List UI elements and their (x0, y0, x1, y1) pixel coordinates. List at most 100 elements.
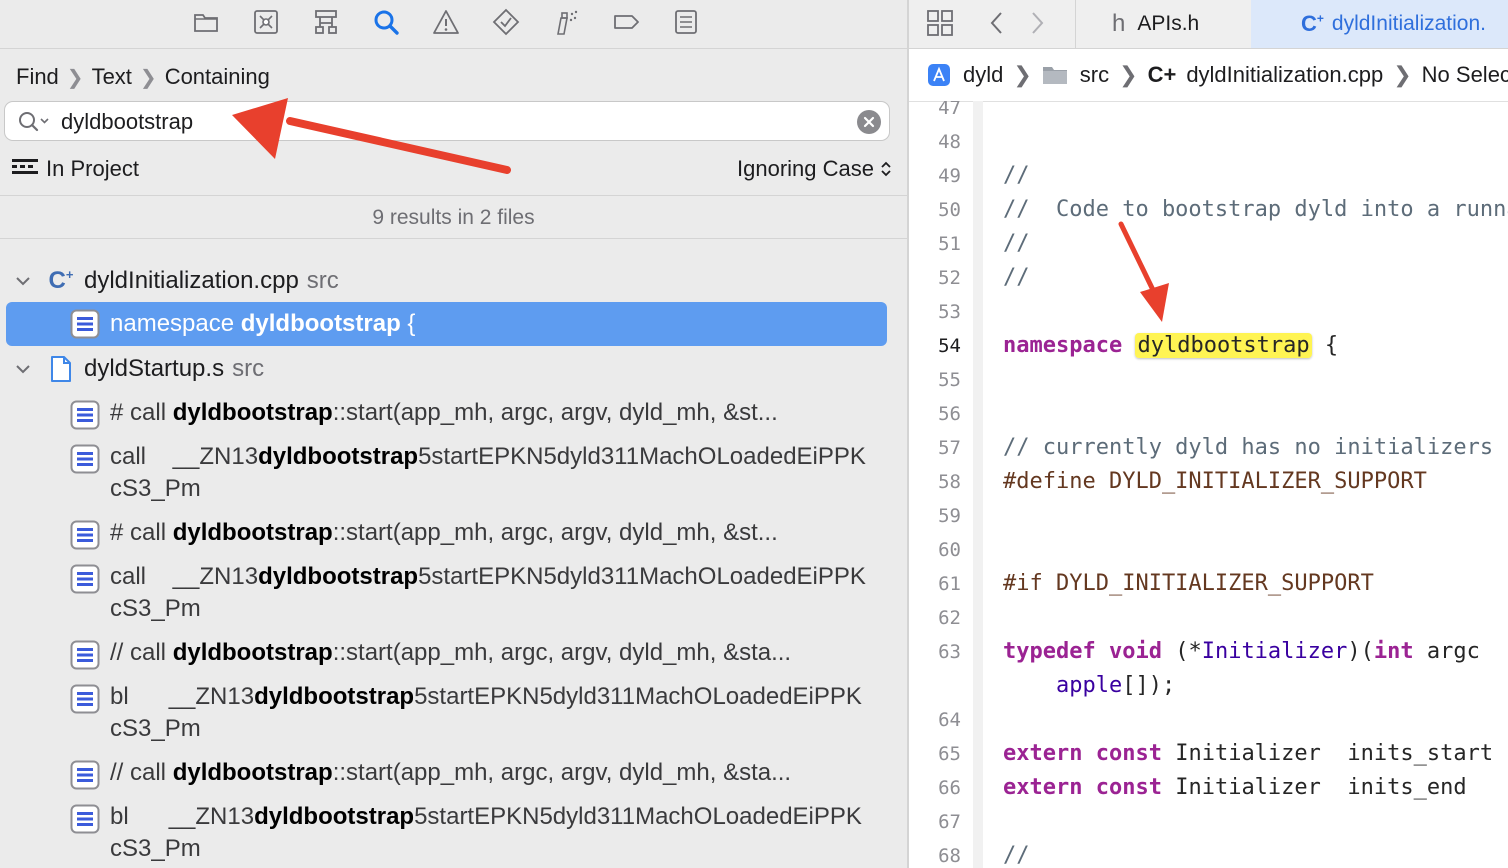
tab-dyldinitialization[interactable]: C+ dyldInitialization. (1251, 0, 1508, 48)
chevron-down-icon[interactable] (12, 275, 34, 287)
search-result-row[interactable]: // call dyldbootstrap::start(app_mh, arg… (6, 633, 887, 677)
text-match-icon (70, 400, 100, 437)
code-line: extern const Initializer inits_start (1003, 741, 1493, 766)
text-match-icon (70, 309, 100, 346)
search-result-row[interactable]: call __ZN13dyldbootstrap5startEPKN5dyld3… (6, 437, 887, 513)
result-match: dyldbootstrap (254, 803, 415, 830)
folder-icon[interactable] (189, 6, 223, 38)
breakpoint-icon[interactable] (609, 6, 643, 38)
text-match-icon (70, 760, 100, 797)
grid-icon[interactable] (925, 8, 955, 43)
result-match: dyldbootstrap (172, 759, 333, 786)
up-down-chevron-icon (880, 160, 892, 178)
navigator-toolbar (0, 0, 907, 49)
search-result-row[interactable]: // call dyldbootstrap::start(app_mh, arg… (6, 753, 887, 797)
search-input[interactable] (61, 106, 841, 138)
find-mode-text[interactable]: Text (92, 64, 132, 90)
chevron-left-icon[interactable] (987, 10, 1007, 41)
issue-icon[interactable] (429, 6, 463, 38)
line-number: 65 (938, 743, 961, 765)
code-token-kw: int (1373, 639, 1414, 664)
report-icon[interactable] (669, 6, 703, 38)
code-token-comment: // (1003, 265, 1030, 290)
search-result-row[interactable]: bl __ZN13dyldbootstrap5startEPKN5dyld311… (6, 677, 887, 753)
search-result-row[interactable]: namespace dyldbootstrap { (6, 302, 887, 346)
text-match-icon (70, 684, 100, 721)
search-result-row[interactable]: # call dyldbootstrap::start(app_mh, argc… (6, 513, 887, 557)
file-group-row[interactable]: dyldStartup.s src (0, 349, 907, 389)
chevron-right-icon: ❯ (139, 66, 157, 89)
code-token-comment: // (1003, 231, 1030, 256)
test-icon[interactable] (489, 6, 523, 38)
scope-selector[interactable]: In Project (12, 156, 139, 182)
assembly-file-icon (46, 355, 76, 383)
find-mode-containing[interactable]: Containing (165, 64, 270, 90)
source-editor: h APIs.h C+ dyldInitialization. dyld ❯ s… (909, 0, 1508, 868)
search-result-row[interactable]: bl __ZN13dyldbootstrap5startEPKN5dyld311… (6, 797, 887, 868)
search-options-row: In Project Ignoring Case (12, 152, 892, 186)
hierarchy-icon[interactable] (309, 6, 343, 38)
cpp-file-icon: C+ (1147, 62, 1177, 87)
code-token-kw: typedef (1003, 639, 1096, 664)
clear-search-icon[interactable] (857, 110, 881, 134)
code-line: // (1003, 265, 1030, 290)
search-field[interactable] (4, 101, 890, 141)
code-ribbon (973, 101, 983, 868)
file-directory: src (232, 355, 265, 382)
result-match: dyldbootstrap (254, 683, 415, 710)
code-line: // (1003, 231, 1030, 256)
code-token: { (1311, 333, 1339, 358)
case-sensitivity-popup[interactable]: Ignoring Case (737, 156, 892, 182)
jump-selection[interactable]: No Selec (1422, 62, 1508, 88)
code-token-type2: Initializer (1201, 639, 1348, 664)
code-token-kw: const (1095, 775, 1162, 800)
case-mode-label: Ignoring Case (737, 156, 874, 181)
line-number: 50 (938, 199, 961, 221)
line-number: 53 (938, 301, 961, 323)
editor-tab-bar: h APIs.h C+ dyldInitialization. (909, 0, 1508, 49)
tab-apis-h[interactable]: h APIs.h (1075, 0, 1252, 48)
code-line: #define DYLD_INITIALIZER_SUPPORT (1003, 469, 1427, 494)
code-token-kw: extern (1003, 741, 1083, 766)
jump-file[interactable]: dyldInitialization.cpp (1186, 62, 1383, 88)
code-token-pre: #define DYLD_INITIALIZER_SUPPORT (1003, 469, 1427, 494)
find-mode-find[interactable]: Find (16, 64, 59, 90)
result-match: dyldbootstrap (240, 310, 401, 337)
search-result-row[interactable]: # call dyldbootstrap::start(app_mh, argc… (6, 393, 887, 437)
code-line: // Code to bootstrap dyld into a runnabl… (1003, 197, 1508, 222)
code-area[interactable]: 47 48 49 // 50 // Code to bootstrap dyld into… (909, 101, 1508, 868)
line-number: 59 (938, 505, 961, 527)
jump-project[interactable]: dyld (963, 62, 1003, 88)
line-number: 47 (938, 101, 961, 119)
chevron-right-icon: ❯ (1393, 62, 1412, 87)
line-number: 57 (938, 437, 961, 459)
find-icon[interactable] (369, 6, 403, 38)
line-number: 54 (938, 335, 961, 357)
source-control-icon[interactable] (249, 6, 283, 38)
jump-folder[interactable]: src (1080, 62, 1109, 88)
result-match: dyldbootstrap (258, 443, 419, 470)
line-number: 68 (938, 845, 961, 867)
code-token: Initializer inits_end (1161, 775, 1467, 800)
text-match-icon (70, 520, 100, 557)
line-number: 48 (938, 131, 961, 153)
search-result-row[interactable]: call __ZN13dyldbootstrap5startEPKN5dyld3… (6, 557, 887, 633)
debug-icon[interactable] (549, 6, 583, 38)
result-text: # call dyldbootstrap::start(app_mh, argc… (110, 517, 869, 549)
line-number: 51 (938, 233, 961, 255)
file-group-row[interactable]: C + dyldInitialization.cpp src (0, 261, 907, 301)
highlighted-match: dyldbootstrap (1135, 333, 1312, 358)
result-text: # call dyldbootstrap::start(app_mh, argc… (110, 397, 869, 429)
find-navigator: Find ❯ Text ❯ Containing In Project Igno… (0, 0, 907, 868)
chevron-right-icon[interactable] (1027, 10, 1047, 41)
search-options-icon[interactable] (17, 110, 51, 139)
result-text: bl __ZN13dyldbootstrap5startEPKN5dyld311… (110, 681, 869, 745)
result-prefix: // call (110, 639, 173, 666)
result-suffix: ::start(app_mh, argc, argv, dyld_mh, &st… (332, 519, 778, 546)
text-match-icon (70, 564, 100, 601)
cpp-file-icon: C+ (1301, 11, 1324, 36)
result-suffix: ::start(app_mh, argc, argv, dyld_mh, &st… (332, 759, 792, 786)
result-text: bl __ZN13dyldbootstrap5startEPKN5dyld311… (110, 801, 869, 865)
chevron-down-icon[interactable] (12, 363, 34, 375)
